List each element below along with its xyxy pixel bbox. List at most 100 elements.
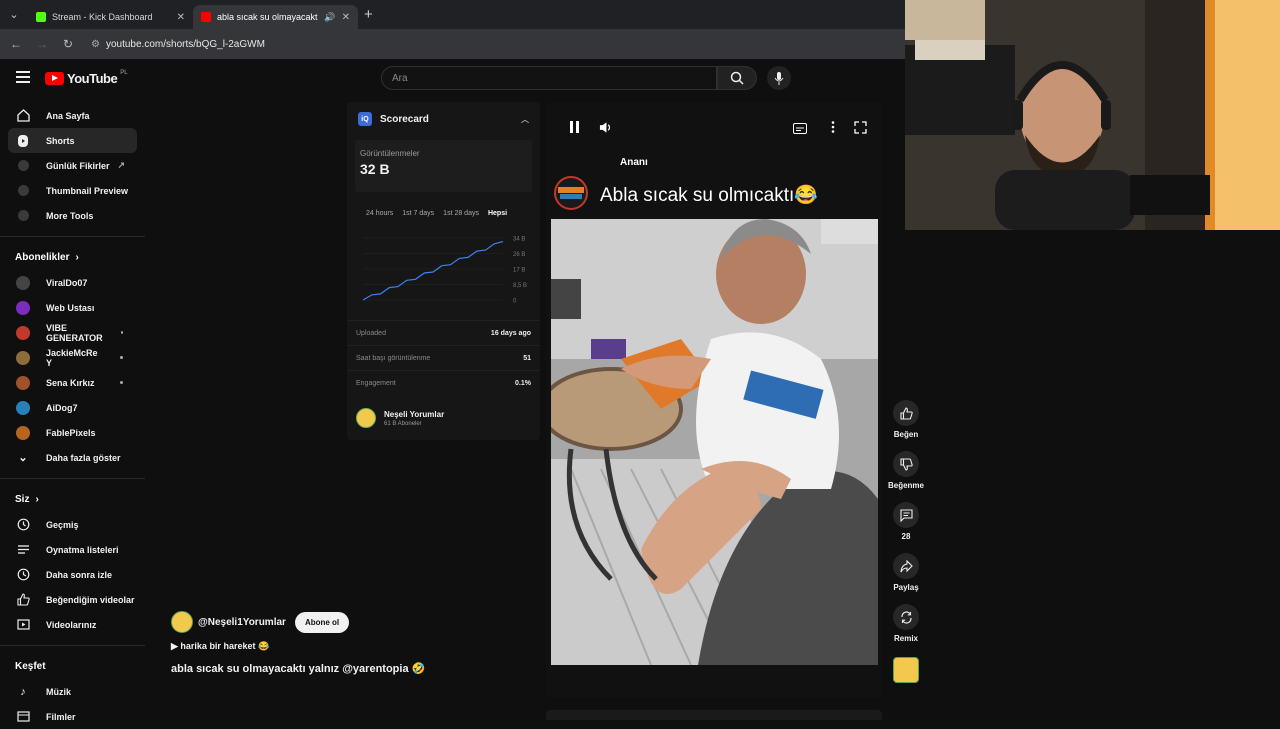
video-overlay-title: Abla sıcak su olmıcaktı😂 [600, 185, 818, 206]
sidebar-item-shorts[interactable]: Shorts [8, 128, 137, 153]
stat-value: 51 [523, 354, 531, 362]
video-overlay-label: Ananı [620, 157, 648, 168]
home-icon [16, 109, 30, 123]
scorecard-title: Scorecard [380, 113, 429, 125]
site-info-icon[interactable]: ⚙ [91, 39, 100, 50]
sidebar-item-label: Sena Kırkız [46, 377, 95, 388]
scorecard-channel[interactable]: Neşeli Yorumlar 61 B Aboneler [356, 408, 444, 428]
sidebar-sub-aidog7[interactable]: AiDog7 [8, 395, 137, 420]
sidebar-sub-sena-kirkiz[interactable]: Sena Kırkız [8, 370, 137, 395]
sidebar-item-label: Web Ustası [46, 302, 95, 313]
views-line [362, 241, 504, 301]
sidebar-sub-web-ustasi[interactable]: Web Ustası [8, 295, 137, 320]
sidebar-item-more-tools[interactable]: More Tools [8, 203, 137, 228]
share-action[interactable]: Paylaş [885, 553, 927, 592]
back-icon[interactable]: ← [9, 37, 23, 51]
remix-action[interactable]: Remix [885, 604, 927, 643]
captions-icon[interactable] [793, 121, 807, 135]
tab-youtube-short[interactable]: abla sıcak su olmayacaktı ya... 🔊 ✕ [193, 5, 358, 29]
video-icon [16, 618, 30, 632]
sidebar-show-more[interactable]: ⌄ Daha fazla göster [8, 445, 137, 470]
sidebar-item-liked-videos[interactable]: Beğendiğim videolar [8, 587, 137, 612]
sound-source-action[interactable] [885, 655, 927, 683]
sidebar-item-history[interactable]: Geçmiş [8, 512, 137, 537]
fullscreen-icon[interactable] [853, 120, 867, 134]
reload-icon[interactable]: ↻ [61, 37, 75, 51]
chevron-up-icon[interactable]: ︿ [521, 114, 529, 125]
sidebar-item-your-videos[interactable]: Videolarınız [8, 612, 137, 637]
sidebar-item-music[interactable]: ♪ Müzik [8, 679, 137, 704]
close-tab-icon[interactable]: ✕ [177, 12, 185, 23]
address-bar: ← → ↻ ⚙ youtube.com/shorts/bQG_l-2aGWM [0, 29, 905, 59]
thumbs-up-icon[interactable] [893, 400, 919, 426]
forward-icon[interactable]: → [35, 37, 49, 51]
sidebar-item-label: Thumbnail Preview [46, 185, 129, 196]
range-tab-28d[interactable]: 1st 28 days [443, 210, 479, 217]
youtube-logo[interactable]: YouTube PL [45, 70, 128, 86]
subscriptions-heading[interactable]: Abonelikler › [0, 245, 145, 270]
sidebar-item-watch-later[interactable]: Daha sonra izle [8, 562, 137, 587]
sidebar-sub-vibe-generator[interactable]: VIBE GENERATOR [8, 320, 137, 345]
sidebar-sub-jackiemcre[interactable]: JackieMcRe Y [8, 345, 137, 370]
voice-search-button[interactable] [767, 66, 791, 90]
url-field[interactable]: ⚙ youtube.com/shorts/bQG_l-2aGWM [91, 39, 265, 50]
tab-search-icon[interactable]: ⌄ [0, 0, 28, 29]
channel-handle[interactable]: @Neşeli1Yorumlar [198, 617, 286, 628]
speaker-icon[interactable]: 🔊 [324, 12, 335, 23]
comments-action[interactable]: 28 [885, 502, 927, 541]
subscribe-button[interactable]: Abone ol [294, 611, 350, 633]
range-tab-7d[interactable]: 1st 7 days [402, 210, 434, 217]
dislike-action[interactable]: Beğenme [885, 451, 927, 490]
sidebar-item-label: Oynatma listeleri [46, 544, 119, 555]
y-tick-label: 8,5 B [513, 283, 527, 289]
channel-thumbnail[interactable] [893, 657, 919, 683]
more-options-icon[interactable] [826, 120, 840, 134]
logo-text: YouTube [67, 71, 118, 86]
range-tab-24h[interactable]: 24 hours [366, 210, 393, 217]
channel-name: Neşeli Yorumlar [384, 409, 445, 419]
search-button[interactable] [717, 66, 757, 90]
sidebar-item-playlists[interactable]: Oynatma listeleri [8, 537, 137, 562]
sidebar-item-films[interactable]: Filmler [8, 704, 137, 729]
stats-list: Uploaded 16 days ago Saat başı görüntülen… [347, 320, 540, 395]
share-icon[interactable] [893, 553, 919, 579]
shorts-player[interactable]: Ananı Abla sıcak su olmıcaktı😂 [546, 102, 882, 698]
close-tab-icon[interactable]: ✕ [342, 12, 350, 23]
you-heading[interactable]: Siz › [0, 487, 145, 512]
comment-icon[interactable] [893, 502, 919, 528]
sidebar-item-gunluk-fikirler[interactable]: Günlük Fikirler ↗ [8, 153, 137, 178]
channel-avatar [16, 425, 30, 440]
external-link-icon: ↗ [117, 160, 126, 170]
shorts-icon [16, 134, 30, 148]
tab-kick-dashboard[interactable]: Stream - Kick Dashboard ✕ [28, 5, 193, 29]
remix-icon[interactable] [893, 604, 919, 630]
sidebar-item-thumbnail-preview[interactable]: Thumbnail Preview [8, 178, 137, 203]
range-tab-all[interactable]: Hepsi [488, 210, 507, 217]
y-tick-label: 0 [513, 299, 517, 305]
sidebar-item-label: More Tools [46, 210, 94, 221]
sidebar-item-label: Günlük Fikirler [46, 160, 110, 171]
channel-avatar[interactable] [171, 611, 193, 633]
thumbs-down-icon[interactable] [893, 451, 919, 477]
volume-icon[interactable] [599, 120, 613, 134]
sidebar-sub-fablepixels[interactable]: FablePixels [8, 420, 137, 445]
subscriptions-title: Abonelikler [15, 252, 70, 263]
scorecard-header[interactable]: iQ Scorecard ︿ [347, 102, 540, 136]
views-chart: 34 B 26 B 17 B 8,5 B 0 [362, 237, 527, 305]
search-input[interactable]: Ara [381, 66, 717, 90]
new-tab-icon[interactable]: + [364, 6, 373, 23]
pause-icon[interactable] [567, 120, 581, 134]
action-label: Beğen [893, 430, 919, 439]
like-action[interactable]: Beğen [885, 400, 927, 439]
youtube-header: YouTube PL Ara [0, 59, 905, 99]
comment-count: 28 [901, 532, 911, 541]
next-short-preview[interactable] [546, 710, 882, 720]
sidebar-item-home[interactable]: Ana Sayfa [8, 103, 137, 128]
youtube-play-icon [45, 72, 64, 85]
divider [0, 645, 145, 646]
menu-icon[interactable] [16, 71, 30, 83]
sidebar-sub-viraldo07[interactable]: ViralDo07 [8, 270, 137, 295]
caption-music-line[interactable]: ▶ harika bir hareket 😂 [171, 641, 541, 652]
stat-row: Saat başı görüntülenme 51 [347, 345, 540, 370]
y-tick-label: 26 B [513, 252, 525, 258]
